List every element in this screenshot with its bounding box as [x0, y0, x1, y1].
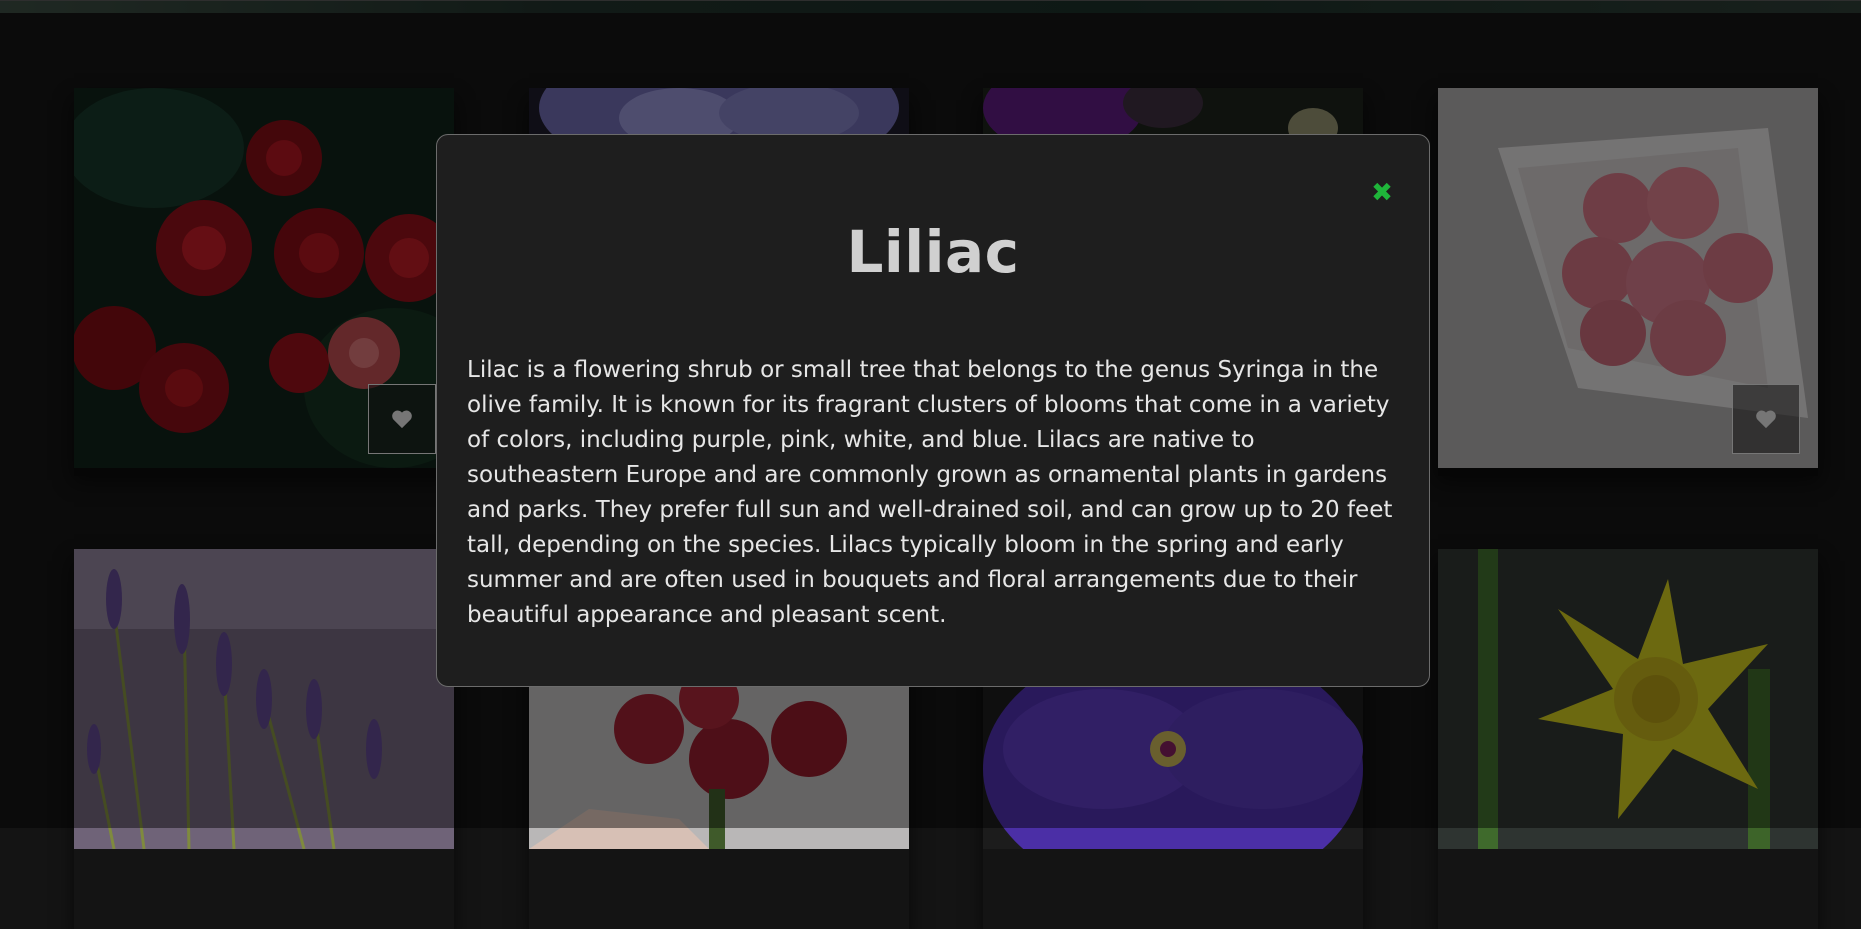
modal-description: Lilac is a flowering shrub or small tree… — [467, 357, 1393, 628]
modal-title: Liliac — [846, 218, 1020, 286]
flower-detail-modal: ✖ Liliac Lilac is a flowering shrub or s… — [436, 134, 1430, 687]
close-icon: ✖ — [1371, 178, 1393, 208]
close-button[interactable]: ✖ — [1368, 179, 1396, 207]
